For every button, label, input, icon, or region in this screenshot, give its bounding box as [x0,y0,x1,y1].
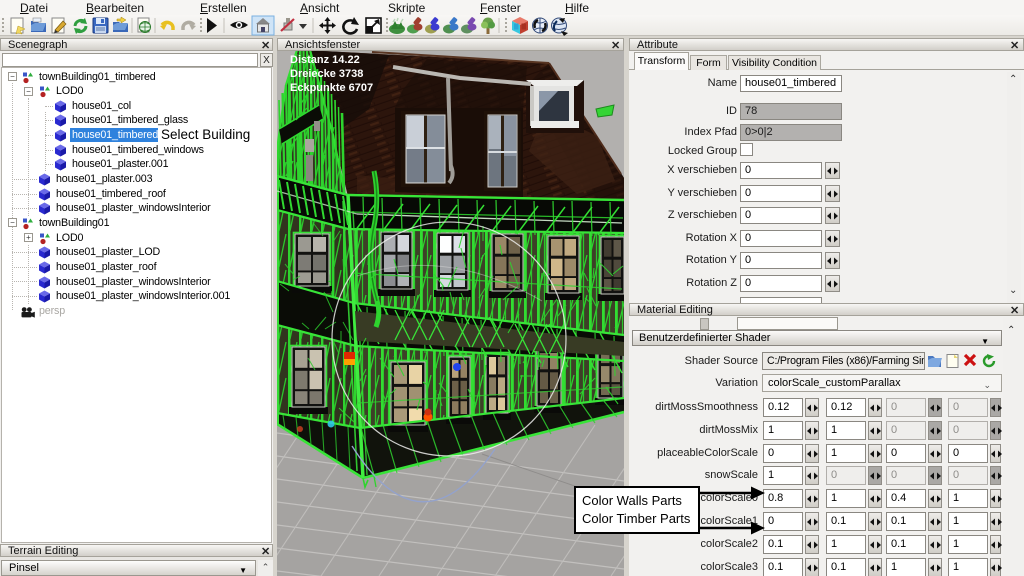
svg-text:Dreiecke 3738: Dreiecke 3738 [290,68,363,80]
svg-text:Distanz 14.22: Distanz 14.22 [290,54,360,66]
svg-text:Eckpunkte 6707: Eckpunkte 6707 [290,82,373,94]
